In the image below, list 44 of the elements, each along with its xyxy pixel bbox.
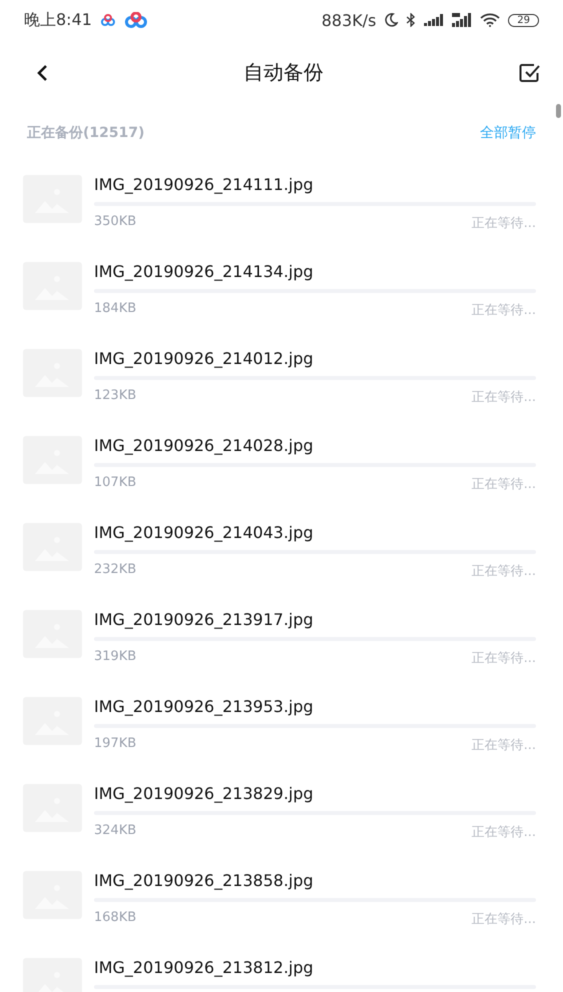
file-size: 184KB xyxy=(94,301,136,318)
file-name: IMG_20190926_214134.jpg xyxy=(94,262,314,282)
cloud-icon xyxy=(124,12,148,28)
file-size: 324KB xyxy=(94,823,136,840)
upload-status: 正在等待... xyxy=(472,911,536,928)
cloud-icon xyxy=(100,14,116,26)
file-size: 350KB xyxy=(94,214,136,231)
file-name: IMG_20190926_214111.jpg xyxy=(94,175,314,195)
file-name: IMG_20190926_214043.jpg xyxy=(94,523,314,543)
network-speed: 883K/s xyxy=(322,10,376,30)
checkbox-select-icon[interactable] xyxy=(519,62,541,82)
upload-status: 正在等待... xyxy=(472,215,536,232)
file-name: IMG_20190926_213917.jpg xyxy=(94,610,314,630)
file-name: IMG_20190926_214028.jpg xyxy=(94,436,314,456)
file-name: IMG_20190926_213858.jpg xyxy=(94,871,314,891)
status-time: 晚上8:41 xyxy=(24,10,92,30)
file-size: 232KB xyxy=(94,562,136,579)
section-title: 正在备份(12517) xyxy=(27,124,145,142)
signal-icon xyxy=(424,14,444,26)
upload-status: 正在等待... xyxy=(472,563,536,580)
file-size: 197KB xyxy=(94,736,136,753)
pause-all-link[interactable]: 全部暂停 xyxy=(480,124,536,142)
upload-status: 正在等待... xyxy=(472,737,536,754)
bluetooth-icon xyxy=(406,13,416,27)
upload-status: 正在等待... xyxy=(472,476,536,493)
file-name: IMG_20190926_213829.jpg xyxy=(94,784,314,804)
signal-icon xyxy=(452,13,472,27)
file-size: 107KB xyxy=(94,475,136,492)
upload-status: 正在等待... xyxy=(472,302,536,319)
file-size: 319KB xyxy=(94,649,136,666)
scroll-thumb xyxy=(556,104,561,118)
upload-status: 正在等待... xyxy=(472,650,536,667)
upload-status: 正在等待... xyxy=(472,824,536,841)
file-name: IMG_20190926_214012.jpg xyxy=(94,349,314,369)
back-icon[interactable] xyxy=(36,64,48,82)
battery-indicator: 29 xyxy=(508,14,539,26)
moon-icon xyxy=(384,13,398,27)
page-title: 自动备份 xyxy=(244,59,324,86)
file-name: IMG_20190926_213812.jpg xyxy=(94,958,314,978)
file-size: 123KB xyxy=(94,388,136,405)
file-name: IMG_20190926_213953.jpg xyxy=(94,697,314,717)
wifi-icon xyxy=(480,13,500,27)
upload-status: 正在等待... xyxy=(472,389,536,406)
file-size: 168KB xyxy=(94,910,136,927)
